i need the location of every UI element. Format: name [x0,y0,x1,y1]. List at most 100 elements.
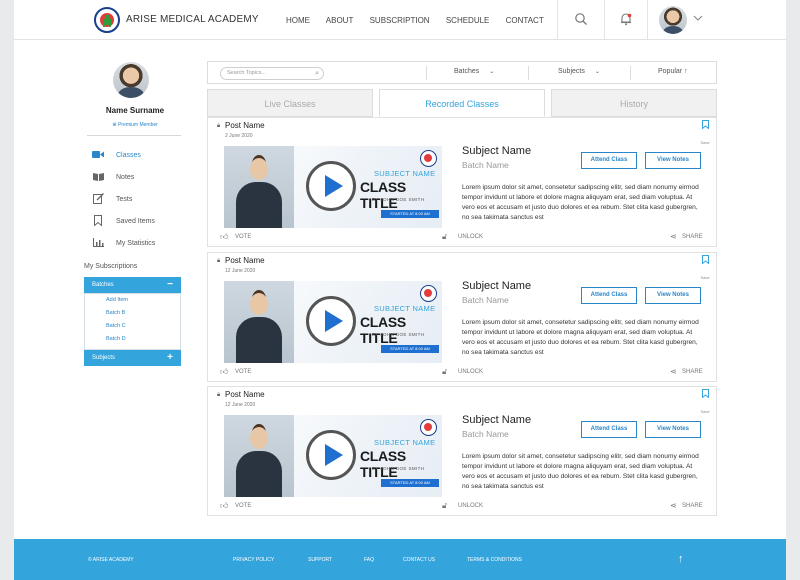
filter-divider [528,66,529,80]
save-button[interactable]: Save [698,255,712,284]
arrow-up-icon[interactable]: ↑ [678,553,684,565]
search-icon[interactable]: ⌕ [315,68,319,79]
nav-home[interactable]: HOME [286,16,310,25]
tab-recorded-classes[interactable]: Recorded Classes [379,89,545,117]
sort-dropdown[interactable]: Popular ↑ [658,68,688,75]
play-icon[interactable] [306,430,356,480]
user-avatar[interactable] [659,6,687,34]
profile-name: Name Surname [105,106,165,115]
footer-link-privacy[interactable]: PRIVACY POLICY [233,557,274,563]
thumb-author: BY JOHN DOE SMITH [372,332,425,337]
post-date: 2 June 2020 [225,133,253,139]
view-notes-button[interactable]: View Notes [645,152,701,169]
share-icon[interactable]: ⋖ [670,232,677,241]
footer-link-faq[interactable]: FAQ [364,557,374,563]
unlock-button[interactable]: UNLOCK [458,369,483,375]
batches-dropdown[interactable]: Batches ⌄ [454,68,494,75]
batch-name: Batch Name [462,429,509,439]
minus-icon[interactable]: − [167,277,173,293]
batch-item[interactable]: Batch D [106,333,180,346]
sidebar-item-label: Classes [116,151,141,159]
sidebar-item-notes[interactable]: Notes [92,166,155,188]
view-notes-button[interactable]: View Notes [645,421,701,438]
play-icon[interactable] [306,296,356,346]
footer-link-support[interactable]: SUPPORT [308,557,332,563]
batch-item[interactable]: Batch B [106,307,180,320]
batches-accordion[interactable]: Batches − [84,277,181,293]
share-icon[interactable]: ⋖ [670,367,677,376]
nav-contact[interactable]: CONTACT [506,16,544,25]
attend-class-button[interactable]: Attend Class [581,421,637,438]
nav-about[interactable]: ABOUT [326,16,354,25]
thumbs-up-icon[interactable]: 👍︎ [220,501,228,511]
save-label: Save [700,275,710,280]
batches-dropdown-label: Batches [454,68,480,75]
profile-avatar[interactable] [113,62,149,98]
share-button[interactable]: SHARE [682,234,703,240]
main-nav: HOME ABOUT SUBSCRIPTION SCHEDULE CONTACT [286,16,558,25]
class-tabs: Live Classes Recorded Classes History [207,89,717,117]
footer-link-contact[interactable]: CONTACT US [403,557,435,563]
subjects-dropdown[interactable]: Subjects ⌄ [558,68,600,75]
video-thumbnail[interactable]: SUBJECT NAME CLASS TITLE BY JOHN DOE SMI… [224,146,442,228]
unlock-icon[interactable]: 🔓︎ [442,367,447,377]
sidebar-item-classes[interactable]: Classes [92,144,155,166]
batch-item[interactable]: Batch C [106,320,180,333]
tab-history[interactable]: History [551,89,717,117]
vote-button[interactable]: VOTE [235,369,251,375]
class-card: 🔒︎ Post Name 12 June 2020 Save SUBJECT N… [207,386,717,516]
subjects-accordion[interactable]: Subjects + [84,350,181,366]
view-notes-button[interactable]: View Notes [645,287,701,304]
sidebar-item-tests[interactable]: Tests [92,188,155,210]
sidebar-item-label: Tests [116,195,133,203]
footer-link-terms[interactable]: TERMS & CONDITIONS [467,557,522,563]
share-icon[interactable]: ⋖ [670,501,677,510]
academy-logo[interactable] [94,7,120,33]
sidebar-item-label: Saved Items [116,217,155,225]
class-description: Lorem ipsum dolor sit amet, consetetur s… [462,184,699,221]
card-actions: 👍︎ VOTE 🔓︎ UNLOCK ⋖ SHARE [220,232,710,245]
vote-button[interactable]: VOTE [235,234,251,240]
unlock-icon[interactable]: 🔓︎ [442,501,447,511]
video-icon [92,150,104,161]
filter-divider [426,66,427,80]
unlock-button[interactable]: UNLOCK [458,503,483,509]
search-icon[interactable] [573,12,589,28]
unlock-button[interactable]: UNLOCK [458,234,483,240]
nav-subscription[interactable]: SUBSCRIPTION [370,16,430,25]
batches-label: Batches [92,282,114,288]
sidebar-item-label: Notes [116,173,135,181]
sidebar-item-saved[interactable]: Saved Items [92,210,155,232]
unlock-icon[interactable]: 🔓︎ [442,232,447,242]
post-name: Post Name [225,256,265,265]
attend-class-button[interactable]: Attend Class [581,152,637,169]
lock-icon: 🔒︎ [217,258,221,264]
play-icon[interactable] [306,161,356,211]
video-thumbnail[interactable]: SUBJECT NAME CLASS TITLE BY JOHN DOE SMI… [224,281,442,363]
academy-logo [420,150,437,167]
class-card: 🔒︎ Post Name 12 June 2020 Save SUBJECT N… [207,252,717,382]
instructor-photo [224,146,294,228]
nav-schedule[interactable]: SCHEDULE [446,16,490,25]
chevron-down-icon[interactable] [690,12,706,28]
filter-divider [630,66,631,80]
plus-icon[interactable]: + [167,350,173,366]
save-button[interactable]: Save [698,120,712,149]
sidebar-item-statistics[interactable]: My Statistics [92,232,155,254]
share-button[interactable]: SHARE [682,369,703,375]
bell-icon[interactable] [618,12,634,28]
class-description: Lorem ipsum dolor sit amet, consetetur s… [462,319,699,356]
brand-name[interactable]: ARISE MEDICAL ACADEMY [126,14,259,25]
thumbs-up-icon[interactable]: 👍︎ [220,367,228,377]
save-button[interactable]: Save [698,389,712,418]
batch-item[interactable]: Add Item [106,294,180,307]
tab-live-classes[interactable]: Live Classes [207,89,373,117]
search-input[interactable]: Search Topics... ⌕ [220,67,324,80]
video-thumbnail[interactable]: SUBJECT NAME CLASS TITLE BY JOHN DOE SMI… [224,415,442,497]
thumb-start-time: STARTED AT 8:00 AM [381,479,439,487]
thumbs-up-icon[interactable]: 👍︎ [220,232,228,242]
attend-class-button[interactable]: Attend Class [581,287,637,304]
vote-button[interactable]: VOTE [235,503,251,509]
share-button[interactable]: SHARE [682,503,703,509]
footer: © ARISE ACADEMY PRIVACY POLICY SUPPORT F… [14,539,786,580]
